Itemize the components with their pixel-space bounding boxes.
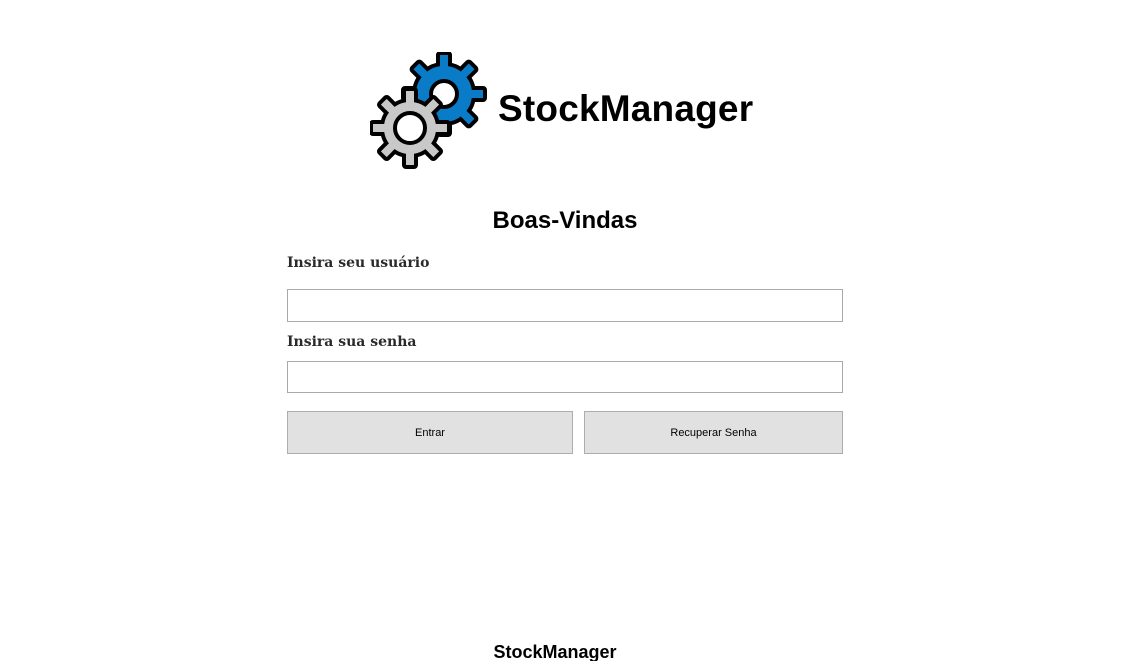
login-page: StockManager Boas-Vindas Insira seu usuá… — [0, 0, 1123, 661]
gray-gear-icon — [370, 87, 451, 169]
welcome-heading: Boas-Vindas — [492, 207, 638, 234]
recover-password-button[interactable]: Recuperar Senha — [584, 411, 843, 454]
username-label: Insira seu usuário — [287, 255, 430, 271]
password-label: Insira sua senha — [287, 334, 417, 350]
password-input[interactable] — [287, 361, 843, 393]
app-title: StockManager — [498, 88, 754, 129]
enter-button[interactable]: Entrar — [287, 411, 573, 454]
username-input[interactable] — [287, 289, 843, 322]
footer-app-name: StockManager — [493, 642, 617, 661]
gears-icon — [370, 52, 487, 169]
